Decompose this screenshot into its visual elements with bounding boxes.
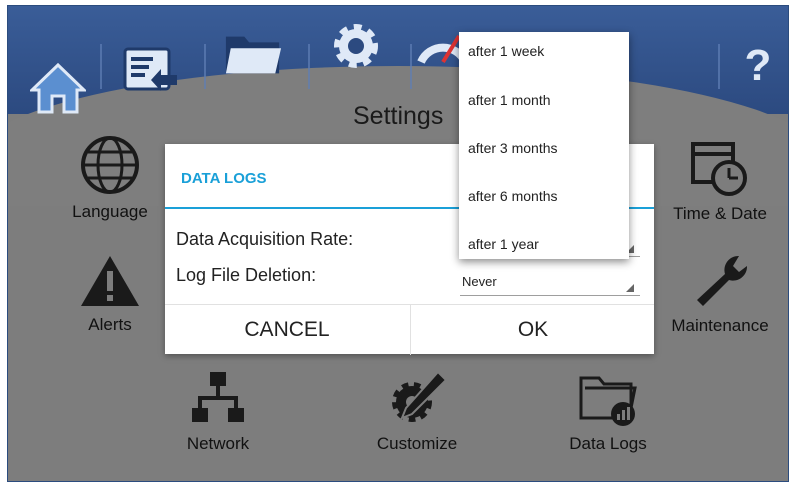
log-file-deletion-value: Never: [462, 274, 497, 289]
app-language[interactable]: Language: [50, 134, 170, 222]
home-icon[interactable]: [28, 58, 88, 118]
folder-icon[interactable]: [223, 24, 283, 84]
app-label: Maintenance: [671, 316, 769, 335]
gear-icon[interactable]: [326, 16, 386, 76]
screen-import-icon[interactable]: [121, 41, 181, 101]
help-icon[interactable]: ?: [728, 36, 788, 96]
app-label: Data Logs: [569, 434, 647, 453]
deletion-options-dropdown: after 1 week after 1 month after 3 month…: [459, 32, 629, 259]
wrench-icon: [660, 252, 780, 310]
app-network[interactable]: Network: [158, 370, 278, 454]
separator: [100, 44, 102, 89]
dropdown-option[interactable]: after 1 week: [468, 43, 544, 59]
calendar-clock-icon: [660, 136, 780, 198]
ok-button[interactable]: OK: [410, 305, 655, 355]
dropdown-option[interactable]: after 3 months: [468, 140, 558, 156]
separator: [204, 44, 206, 89]
dropdown-arrow-icon: [626, 284, 634, 292]
globe-icon: [50, 134, 170, 196]
app-label: Network: [186, 434, 250, 453]
app-label: Alerts: [88, 315, 132, 334]
help-label: ?: [744, 41, 772, 90]
dropdown-option[interactable]: after 1 year: [468, 236, 539, 252]
dropdown-option[interactable]: after 1 month: [468, 92, 551, 108]
page-title: Settings: [353, 102, 444, 130]
app-label: Time & Date: [673, 204, 767, 223]
warning-icon: [50, 253, 170, 309]
data-acquisition-rate-label: Data Acquisition Rate:: [176, 229, 354, 249]
separator: [410, 44, 412, 89]
log-file-deletion-label: Log File Deletion:: [176, 265, 317, 285]
app-window: ? Settings Language Time & Date Alerts M…: [7, 5, 789, 482]
log-file-deletion-select[interactable]: Never: [460, 271, 640, 296]
separator: [308, 44, 310, 89]
customize-icon: [357, 370, 477, 428]
app-data-logs[interactable]: Data Logs: [548, 370, 668, 454]
dialog-title: DATA LOGS: [181, 170, 267, 187]
app-customize[interactable]: Customize: [357, 370, 477, 454]
cancel-button[interactable]: CANCEL: [165, 305, 409, 355]
network-icon: [158, 370, 278, 428]
app-maintenance[interactable]: Maintenance: [660, 252, 780, 336]
app-time-date[interactable]: Time & Date: [660, 136, 780, 224]
app-label: Customize: [376, 434, 458, 453]
folder-chart-icon: [548, 370, 668, 428]
separator: [718, 44, 720, 89]
dropdown-option[interactable]: after 6 months: [468, 188, 558, 204]
app-alerts[interactable]: Alerts: [50, 253, 170, 335]
app-label: Language: [72, 202, 148, 221]
dialog-buttons: CANCEL OK: [165, 304, 654, 355]
